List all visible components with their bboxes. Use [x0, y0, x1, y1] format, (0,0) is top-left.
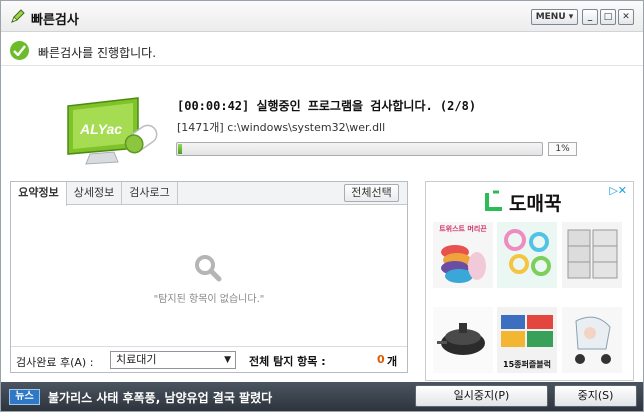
- chevron-down-icon: ▼: [224, 355, 231, 365]
- status-line: 빠른검사를 진행합니다.: [1, 33, 643, 66]
- domaekkuk-logo-icon: [485, 190, 502, 211]
- ad-product-4[interactable]: [433, 307, 493, 373]
- ad-product-caption: 15종퍼즐블럭: [503, 360, 551, 369]
- news-headline[interactable]: 불가리스 사태 후폭풍, 남양유업 결국 팔렸다: [48, 389, 272, 406]
- scan-current-file: [1471개] c:\windows\system32\wer.dll: [177, 121, 386, 134]
- empty-message: "탐지된 항목이 없습니다.": [153, 294, 265, 305]
- scan-progress-fill: [178, 144, 182, 154]
- results-tabs: 요약정보 상세정보 검사로그 전체선택: [11, 182, 407, 206]
- scan-status-line: [00:00:42] 실행중인 프로그램을 검사합니다. (2/8): [177, 99, 477, 113]
- menu-label: MENU: [535, 12, 566, 22]
- app-icon: [11, 9, 25, 23]
- magnifier-icon: [195, 255, 222, 282]
- status-text: 빠른검사를 진행합니다.: [38, 46, 157, 60]
- ad-product-6[interactable]: [562, 307, 622, 373]
- close-icon: ✕: [622, 12, 630, 22]
- results-panel: 요약정보 상세정보 검사로그 전체선택 "탐지된 항목이 없습니다." 검사완료…: [10, 181, 408, 373]
- window-title: 빠른검사: [31, 13, 79, 28]
- minimize-icon: _: [587, 12, 593, 22]
- adchoices-icon[interactable]: ▷✕: [609, 184, 627, 197]
- check-icon: [10, 41, 29, 60]
- ad-product-1[interactable]: 트위스트 머리끈: [433, 222, 493, 288]
- tab-scan-log[interactable]: 검사로그: [122, 182, 178, 205]
- ad-brand-name: 도매꾹: [509, 193, 562, 215]
- scan-progress-percent: 1%: [548, 142, 577, 156]
- close-button[interactable]: ✕: [618, 9, 634, 25]
- tab-detail[interactable]: 상세정보: [67, 182, 122, 205]
- select-all-button[interactable]: 전체선택: [344, 184, 399, 202]
- title-bar: 빠른검사 MENU ▾ _ □ ✕: [1, 1, 643, 32]
- ad-product-2[interactable]: [497, 222, 557, 288]
- after-scan-label: 검사완료 후(A) :: [16, 356, 94, 369]
- drawer-cabinet-image: [562, 222, 622, 288]
- maximize-icon: □: [603, 12, 613, 22]
- logo-text: ALYac: [79, 121, 122, 137]
- total-detected-count: 0: [377, 353, 385, 366]
- minimize-button[interactable]: _: [582, 9, 598, 25]
- bottom-bar: 뉴스 불가리스 사태 후폭풍, 남양유업 결국 팔렸다 일시중지(P) 중지(S…: [1, 382, 643, 411]
- menu-button[interactable]: MENU ▾: [531, 9, 578, 25]
- maximize-button[interactable]: □: [600, 9, 616, 25]
- app-window: 빠른검사 MENU ▾ _ □ ✕ 빠른검사를 진행합니다. ALYac [00…: [0, 0, 644, 412]
- news-badge[interactable]: 뉴스: [9, 389, 40, 405]
- menu-arrow-icon: ▾: [568, 12, 574, 22]
- ad-product-caption: 트위스트 머리끈: [439, 225, 487, 233]
- pause-button[interactable]: 일시중지(P): [415, 385, 548, 407]
- after-scan-value: 치료대기: [116, 353, 157, 366]
- total-detected-label: 전체 탐지 항목 :: [249, 355, 326, 368]
- stop-button[interactable]: 중지(S): [554, 385, 637, 407]
- stroller-net-image: [562, 307, 622, 373]
- kids-bands-image: [497, 222, 557, 288]
- scan-progress-bar: [176, 142, 543, 156]
- ad-banner[interactable]: ▷✕ 도매꾹 트위스트 머리끈 15종퍼즐블럭: [425, 181, 634, 381]
- ad-product-5[interactable]: 15종퍼즐블럭: [497, 307, 557, 373]
- after-scan-select[interactable]: 치료대기 ▼: [110, 351, 236, 369]
- ad-product-3[interactable]: [562, 222, 622, 288]
- pot-lid-image: [433, 307, 493, 373]
- total-detected-unit: 개: [387, 355, 398, 368]
- tab-summary[interactable]: 요약정보: [11, 182, 67, 206]
- alyac-logo: ALYac: [67, 97, 158, 165]
- results-footer: 검사완료 후(A) : 치료대기 ▼ 전체 탐지 항목 : 0 개: [11, 346, 407, 372]
